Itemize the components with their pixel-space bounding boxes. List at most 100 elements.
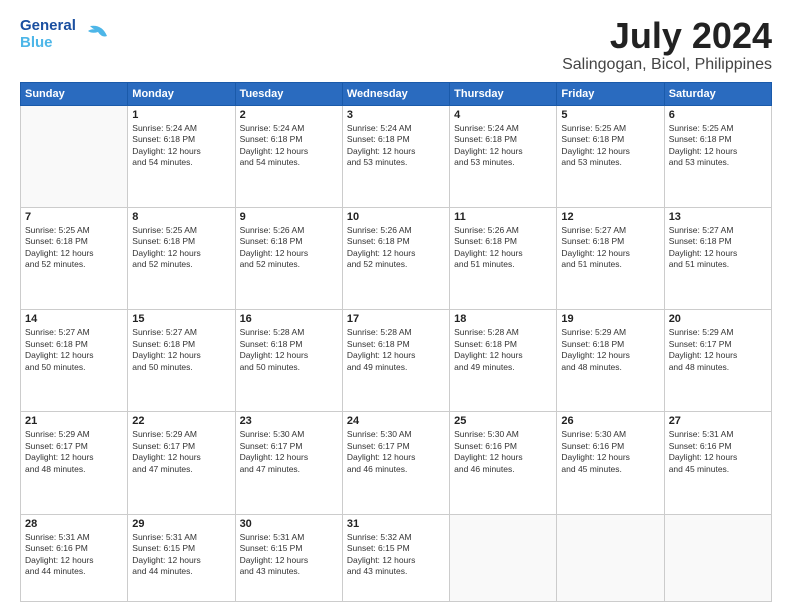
logo-bird-icon [82,16,112,53]
table-row: 20Sunrise: 5:29 AMSunset: 6:17 PMDayligh… [664,310,771,412]
day-number: 24 [347,415,445,427]
day-info: Sunrise: 5:30 AMSunset: 6:17 PMDaylight:… [240,429,338,475]
day-info: Sunrise: 5:25 AMSunset: 6:18 PMDaylight:… [669,123,767,169]
logo-general: General [20,18,76,35]
day-info: Sunrise: 5:32 AMSunset: 6:15 PMDaylight:… [347,532,445,578]
day-info: Sunrise: 5:25 AMSunset: 6:18 PMDaylight:… [561,123,659,169]
day-number: 27 [669,415,767,427]
day-info: Sunrise: 5:26 AMSunset: 6:18 PMDaylight:… [240,225,338,271]
table-row: 31 Sunrise: 5:32 AMSunset: 6:15 PMDayligh… [342,514,449,601]
day-info: Sunrise: 5:24 AMSunset: 6:18 PMDaylight:… [132,123,230,169]
day-number: 7 [25,211,123,223]
table-row [21,105,128,207]
day-info: Sunrise: 5:29 AMSunset: 6:17 PMDaylight:… [25,429,123,475]
logo-blue: Blue [20,35,76,52]
table-row: 26Sunrise: 5:30 AMSunset: 6:16 PMDayligh… [557,412,664,514]
day-number: 28 [25,518,123,530]
day-number: 5 [561,109,659,121]
table-row: 8 Sunrise: 5:25 AMSunset: 6:18 PMDaylight… [128,207,235,309]
logo: General Blue [20,16,112,53]
table-row: 4 Sunrise: 5:24 AMSunset: 6:18 PMDaylight… [450,105,557,207]
col-thursday: Thursday [450,82,557,105]
table-row: 18Sunrise: 5:28 AMSunset: 6:18 PMDayligh… [450,310,557,412]
table-row: 17 Sunrise: 5:28 AMSunset: 6:18 PMDayligh… [342,310,449,412]
table-row: 1 Sunrise: 5:24 AMSunset: 6:18 PMDaylight… [128,105,235,207]
location-title: Salingogan, Bicol, Philippines [562,56,772,74]
day-info: Sunrise: 5:27 AMSunset: 6:18 PMDaylight:… [669,225,767,271]
day-info: Sunrise: 5:24 AMSunset: 6:18 PMDaylight:… [347,123,445,169]
calendar-header-row: Sunday Monday Tuesday Wednesday Thursday… [21,82,772,105]
col-wednesday: Wednesday [342,82,449,105]
day-info: Sunrise: 5:25 AMSunset: 6:18 PMDaylight:… [132,225,230,271]
day-number: 20 [669,313,767,325]
table-row: 9 Sunrise: 5:26 AMSunset: 6:18 PMDaylight… [235,207,342,309]
col-friday: Friday [557,82,664,105]
table-row: 2Sunrise: 5:24 AMSunset: 6:18 PMDaylight… [235,105,342,207]
day-number: 17 [347,313,445,325]
day-number: 6 [669,109,767,121]
day-info: Sunrise: 5:29 AMSunset: 6:17 PMDaylight:… [132,429,230,475]
table-row: 29 Sunrise: 5:31 AMSunset: 6:15 PMDayligh… [128,514,235,601]
table-row: 28 Sunrise: 5:31 AMSunset: 6:16 PMDayligh… [21,514,128,601]
day-number: 21 [25,415,123,427]
day-number: 8 [132,211,230,223]
day-info: Sunrise: 5:30 AMSunset: 6:16 PMDaylight:… [561,429,659,475]
day-info: Sunrise: 5:31 AMSunset: 6:15 PMDaylight:… [240,532,338,578]
table-row: 10Sunrise: 5:26 AMSunset: 6:18 PMDayligh… [342,207,449,309]
table-row [664,514,771,601]
col-monday: Monday [128,82,235,105]
day-number: 23 [240,415,338,427]
day-number: 15 [132,313,230,325]
table-row: 16 Sunrise: 5:28 AMSunset: 6:18 PMDayligh… [235,310,342,412]
day-number: 30 [240,518,338,530]
table-row: 7 Sunrise: 5:25 AMSunset: 6:18 PMDaylight… [21,207,128,309]
day-number: 22 [132,415,230,427]
day-info: Sunrise: 5:24 AMSunset: 6:18 PMDaylight:… [240,123,338,169]
col-sunday: Sunday [21,82,128,105]
table-row: 25Sunrise: 5:30 AMSunset: 6:16 PMDayligh… [450,412,557,514]
day-info: Sunrise: 5:25 AMSunset: 6:18 PMDaylight:… [25,225,123,271]
table-row: 11 Sunrise: 5:26 AMSunset: 6:18 PMDayligh… [450,207,557,309]
day-info: Sunrise: 5:31 AMSunset: 6:15 PMDaylight:… [132,532,230,578]
day-number: 31 [347,518,445,530]
col-saturday: Saturday [664,82,771,105]
day-info: Sunrise: 5:29 AMSunset: 6:18 PMDaylight:… [561,327,659,373]
day-info: Sunrise: 5:27 AMSunset: 6:18 PMDaylight:… [25,327,123,373]
day-number: 14 [25,313,123,325]
day-number: 29 [132,518,230,530]
day-info: Sunrise: 5:28 AMSunset: 6:18 PMDaylight:… [347,327,445,373]
day-info: Sunrise: 5:27 AMSunset: 6:18 PMDaylight:… [132,327,230,373]
table-row: 30 Sunrise: 5:31 AMSunset: 6:15 PMDayligh… [235,514,342,601]
title-area: July 2024 Salingogan, Bicol, Philippines [562,16,772,74]
day-number: 12 [561,211,659,223]
day-info: Sunrise: 5:28 AMSunset: 6:18 PMDaylight:… [454,327,552,373]
day-info: Sunrise: 5:24 AMSunset: 6:18 PMDaylight:… [454,123,552,169]
table-row: 3Sunrise: 5:24 AMSunset: 6:18 PMDaylight… [342,105,449,207]
day-number: 16 [240,313,338,325]
calendar-table: Sunday Monday Tuesday Wednesday Thursday… [20,82,772,602]
day-number: 4 [454,109,552,121]
header: General Blue July 2024 Salingogan, Bicol… [20,16,772,74]
table-row: 13 Sunrise: 5:27 AMSunset: 6:18 PMDayligh… [664,207,771,309]
table-row [450,514,557,601]
day-info: Sunrise: 5:26 AMSunset: 6:18 PMDaylight:… [454,225,552,271]
day-number: 1 [132,109,230,121]
day-number: 11 [454,211,552,223]
day-number: 13 [669,211,767,223]
day-info: Sunrise: 5:27 AMSunset: 6:18 PMDaylight:… [561,225,659,271]
month-title: July 2024 [562,16,772,56]
table-row: 14 Sunrise: 5:27 AMSunset: 6:18 PMDayligh… [21,310,128,412]
day-info: Sunrise: 5:31 AMSunset: 6:16 PMDaylight:… [25,532,123,578]
table-row: 27Sunrise: 5:31 AMSunset: 6:16 PMDayligh… [664,412,771,514]
table-row: 24 Sunrise: 5:30 AMSunset: 6:17 PMDayligh… [342,412,449,514]
table-row: 5 Sunrise: 5:25 AMSunset: 6:18 PMDaylight… [557,105,664,207]
table-row: 6 Sunrise: 5:25 AMSunset: 6:18 PMDaylight… [664,105,771,207]
day-info: Sunrise: 5:28 AMSunset: 6:18 PMDaylight:… [240,327,338,373]
col-tuesday: Tuesday [235,82,342,105]
day-number: 19 [561,313,659,325]
table-row: 22 Sunrise: 5:29 AMSunset: 6:17 PMDayligh… [128,412,235,514]
day-info: Sunrise: 5:30 AMSunset: 6:16 PMDaylight:… [454,429,552,475]
day-number: 9 [240,211,338,223]
table-row: 15 Sunrise: 5:27 AMSunset: 6:18 PMDayligh… [128,310,235,412]
day-info: Sunrise: 5:30 AMSunset: 6:17 PMDaylight:… [347,429,445,475]
